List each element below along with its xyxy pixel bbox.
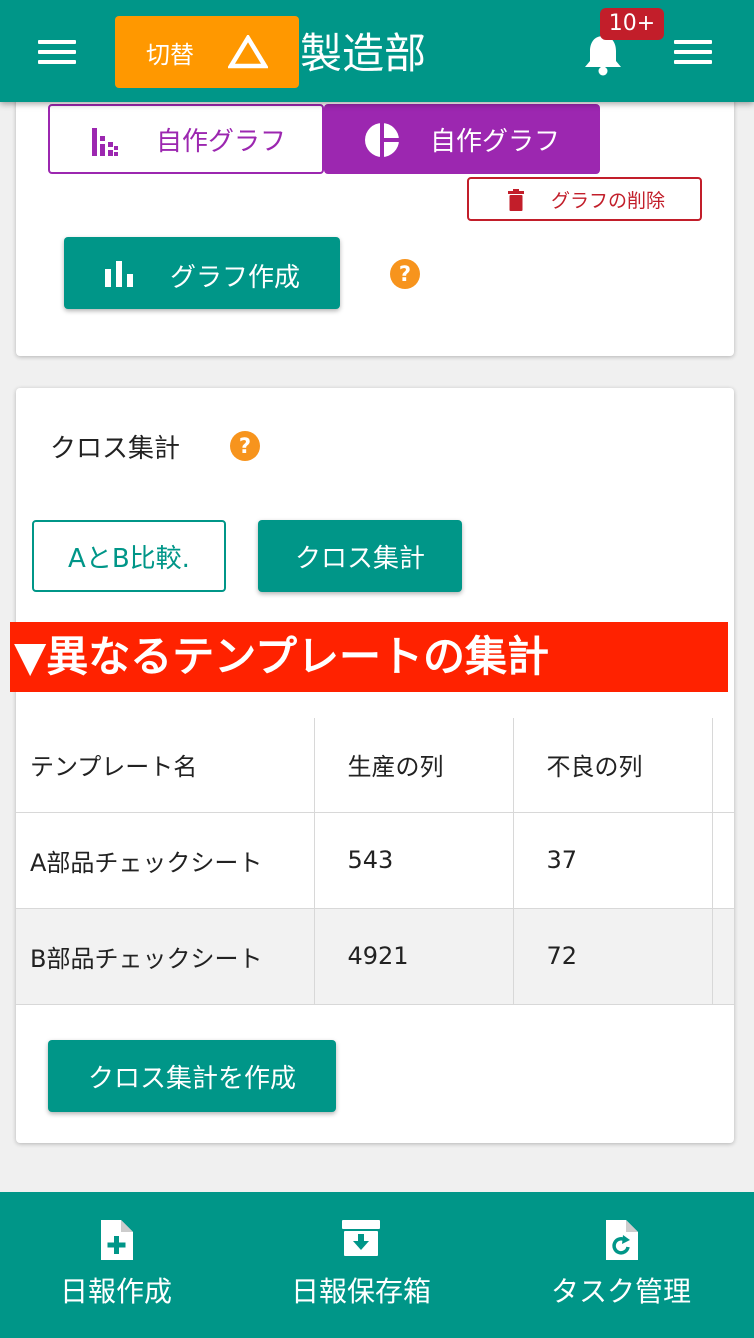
custom-pie-graph-tab[interactable]: 自作グラフ	[324, 104, 600, 174]
ab-compare-button[interactable]: AとB比較.	[32, 520, 226, 592]
header-template-name: テンプレート名	[16, 718, 315, 813]
create-graph-label: グラフ作成	[170, 263, 301, 293]
notification-badge: 10+	[600, 8, 664, 40]
table-cell: 72	[512, 907, 713, 1005]
table-row: A部品チェックシート 543 37	[16, 811, 734, 909]
delete-graph-label: グラフの削除	[551, 189, 666, 212]
table-cell	[711, 811, 734, 909]
cross-help-icon[interactable]: ?	[230, 431, 260, 461]
custom-bar-graph-tab[interactable]: 自作グラフ	[48, 104, 324, 174]
cross-tab-title: クロス集計	[50, 434, 181, 464]
bar-chart-icon	[105, 261, 133, 287]
switch-label: 切替	[146, 40, 194, 69]
pie-chart-icon	[365, 122, 400, 158]
nav-create-report-label: 日報作成	[59, 1275, 172, 1308]
trash-icon	[508, 189, 524, 211]
table-cell: B部品チェックシート	[16, 907, 315, 1005]
switch-button[interactable]: 切替	[115, 16, 299, 88]
cross-tab-button[interactable]: クロス集計	[258, 520, 462, 592]
table-cell: 37	[512, 811, 713, 909]
bar-chart-icon	[92, 128, 118, 156]
delete-graph-button[interactable]: グラフの削除	[467, 177, 702, 221]
menu-right-icon[interactable]	[674, 38, 712, 66]
create-graph-button[interactable]: グラフ作成	[64, 237, 340, 309]
header-defect-column: 不良の列	[512, 718, 713, 813]
annotation-banner: ▼異なるテンプレートの集計	[10, 622, 728, 692]
nav-create-report[interactable]: 日報作成	[0, 1192, 241, 1338]
menu-left-icon[interactable]	[38, 38, 76, 66]
app-header: 切替 製造部 10+	[0, 0, 754, 102]
nav-task-management[interactable]: タスク管理	[496, 1192, 746, 1338]
cross-table-container[interactable]: テンプレート名 生産の列 不良の列 A部品チェックシート 543 37 B部品チ…	[16, 718, 734, 1008]
table-cell: A部品チェックシート	[16, 811, 315, 909]
table-header-row: テンプレート名 生産の列 不良の列	[16, 718, 734, 813]
nav-task-management-label: タスク管理	[550, 1275, 691, 1308]
warning-triangle-icon	[228, 35, 268, 69]
file-plus-icon	[101, 1220, 133, 1260]
archive-box-icon	[342, 1220, 380, 1256]
table-cell: 543	[313, 811, 514, 909]
table-row: B部品チェックシート 4921 72	[16, 907, 734, 1005]
nav-report-archive[interactable]: 日報保存箱	[236, 1192, 486, 1338]
header-extra-column	[711, 718, 734, 813]
custom-pie-graph-label: 自作グラフ	[430, 126, 561, 157]
table-cell: 4921	[313, 907, 514, 1005]
bottom-nav: 日報作成 日報保存箱 タスク管理	[0, 1192, 754, 1338]
cross-table: テンプレート名 生産の列 不良の列 A部品チェックシート 543 37 B部品チ…	[16, 718, 734, 1005]
nav-report-archive-label: 日報保存箱	[290, 1275, 431, 1308]
header-production-column: 生産の列	[313, 718, 514, 813]
custom-bar-graph-label: 自作グラフ	[156, 126, 287, 157]
create-cross-tab-button[interactable]: クロス集計を作成	[48, 1040, 336, 1112]
table-cell	[711, 907, 734, 1005]
graph-help-icon[interactable]: ?	[390, 259, 420, 289]
department-title: 製造部	[300, 29, 427, 78]
file-refresh-icon	[606, 1220, 638, 1260]
